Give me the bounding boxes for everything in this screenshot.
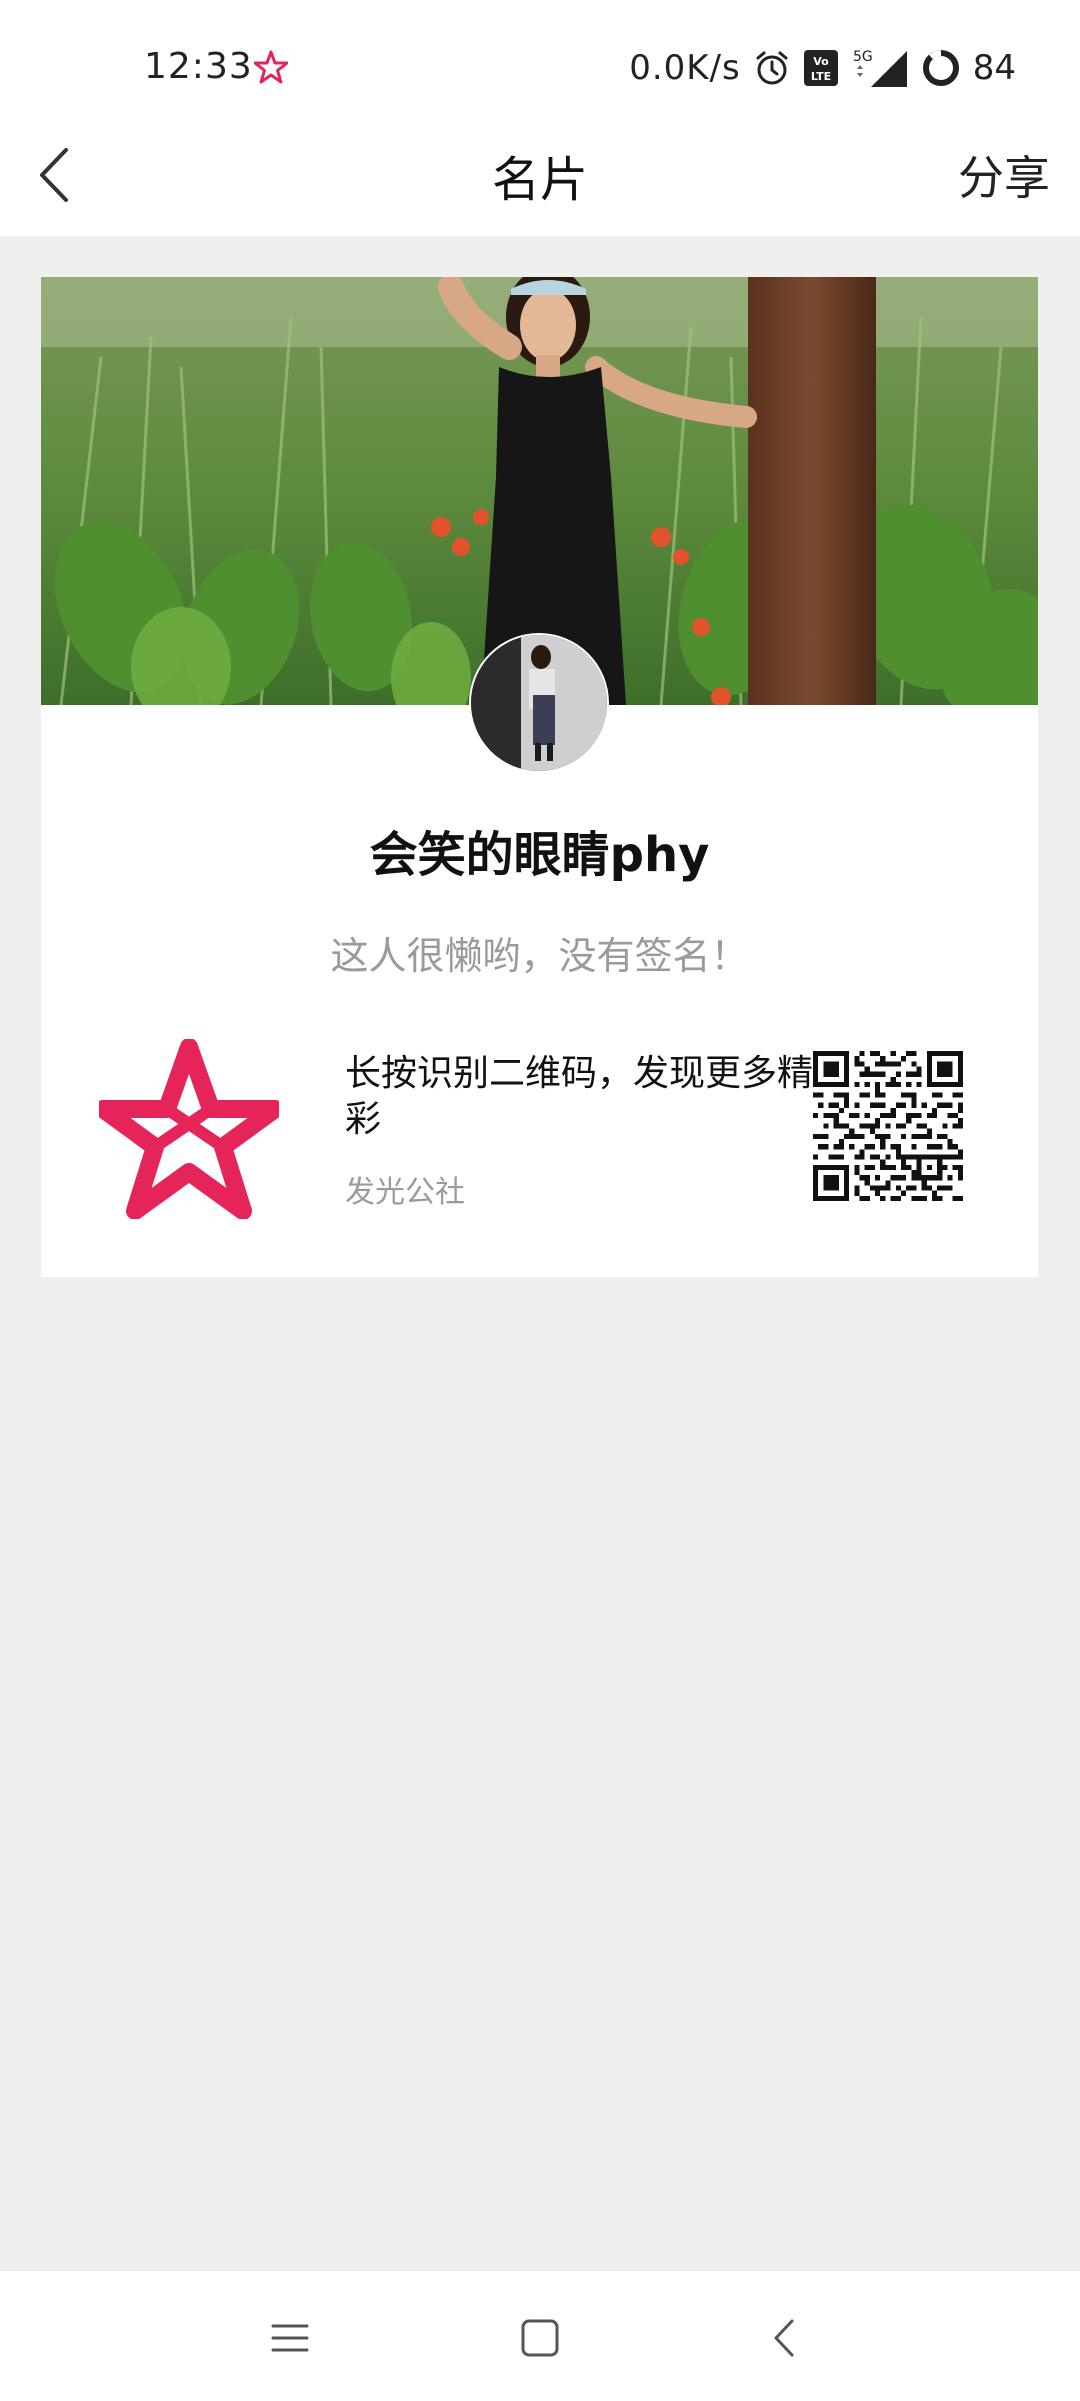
star-logo-icon bbox=[99, 1039, 279, 1219]
menu-icon[interactable] bbox=[265, 2313, 315, 2363]
status-time: 12:33 bbox=[144, 46, 253, 87]
status-bar: 12:33 0.0K/s Vo LTE 5G 84 bbox=[0, 0, 1080, 118]
alarm-icon bbox=[756, 51, 788, 85]
net-speed: 0.0K/s bbox=[629, 48, 741, 88]
avatar[interactable] bbox=[471, 635, 607, 771]
business-card: 会笑的眼睛phy 这人很懒哟，没有签名！ 长按识别二维码，发现更多精彩 发光公社 bbox=[41, 277, 1038, 1277]
battery-level: 84 bbox=[972, 48, 1016, 88]
page-title: 名片 bbox=[491, 152, 588, 208]
battery-ring-icon bbox=[922, 50, 959, 86]
volte-icon: Vo LTE bbox=[803, 50, 838, 86]
svg-text:5G: 5G bbox=[853, 49, 873, 65]
promo-text: 长按识别二维码，发现更多精彩 bbox=[345, 1053, 814, 1140]
system-nav-bar bbox=[0, 2270, 1080, 2401]
signal-icon: 5G bbox=[853, 49, 907, 87]
nav-bar: 名片 分享 bbox=[0, 118, 1080, 236]
signature: 这人很懒哟，没有签名！ bbox=[330, 934, 749, 978]
qr-code[interactable] bbox=[813, 1051, 963, 1201]
svg-text:Vo: Vo bbox=[813, 55, 829, 68]
svg-text:LTE: LTE bbox=[811, 70, 831, 83]
status-right-group: 0.0K/s Vo LTE 5G 84 bbox=[629, 46, 1016, 90]
promo-source: 发光公社 bbox=[345, 1175, 465, 1210]
star-app-icon bbox=[254, 50, 288, 84]
home-square-icon[interactable] bbox=[515, 2313, 565, 2363]
nickname: 会笑的眼睛phy bbox=[369, 827, 710, 883]
share-button[interactable]: 分享 bbox=[958, 142, 1050, 208]
back-triangle-icon[interactable] bbox=[760, 2313, 810, 2363]
